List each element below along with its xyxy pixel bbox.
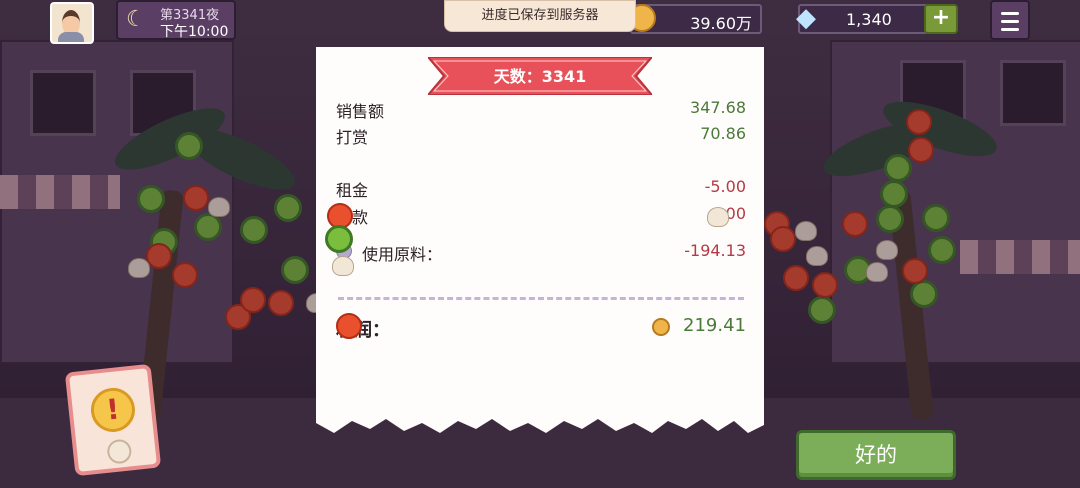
rent-label: 租金 bbox=[336, 181, 369, 200]
menu-icon bbox=[1001, 28, 1019, 31]
alert-card[interactable]: ! bbox=[64, 363, 162, 477]
player-avatar[interactable] bbox=[50, 2, 94, 44]
save-toast: 进度已保存到服务器 bbox=[444, 0, 636, 32]
sales-value: 347.68 bbox=[690, 98, 746, 117]
menu-icon bbox=[1001, 20, 1019, 23]
day-label: 天数：3341 bbox=[493, 67, 587, 86]
menu-icon bbox=[1001, 12, 1019, 15]
garlic-decoration bbox=[332, 256, 354, 276]
coin-value: 39.60万 bbox=[690, 14, 752, 33]
receipt-divider bbox=[338, 297, 744, 300]
tips-value: 70.86 bbox=[700, 124, 746, 143]
coin-balance: 39.60万 bbox=[628, 4, 762, 34]
night-time-panel: ☾ 第3341夜 下午10:00 bbox=[116, 0, 236, 40]
tips-row: 打赏 70.86 bbox=[336, 124, 746, 148]
sales-row: 销售额 347.68 bbox=[336, 98, 746, 122]
day-banner: 天数：3341 bbox=[428, 57, 652, 95]
pepper-decoration bbox=[325, 225, 353, 253]
loan-row: 贷款 .00 bbox=[336, 204, 746, 228]
menu-button[interactable] bbox=[990, 0, 1030, 40]
ingredients-label: 使用原料： bbox=[362, 245, 443, 264]
coin-icon bbox=[652, 318, 670, 336]
ingredients-value: -194.13 bbox=[684, 241, 746, 260]
receipt-torn-edge bbox=[316, 417, 764, 433]
profit-value: 219.41 bbox=[683, 315, 746, 336]
tips-label: 打赏 bbox=[336, 128, 369, 147]
ok-button[interactable]: 好的 bbox=[796, 430, 956, 480]
rent-value: -5.00 bbox=[704, 177, 746, 196]
alert-coin-icon bbox=[106, 438, 133, 465]
rent-row: 租金 -5.00 bbox=[336, 177, 746, 201]
ingredients-row[interactable]: 使用原料： -194.13 bbox=[336, 241, 746, 265]
gem-balance: ◆ 1,340 bbox=[796, 3, 928, 34]
sales-label: 销售额 bbox=[336, 102, 385, 121]
alert-icon: ! bbox=[88, 385, 138, 435]
avatar-body bbox=[58, 32, 84, 42]
add-gems-button[interactable]: + bbox=[924, 4, 958, 34]
garlic-decoration bbox=[707, 207, 729, 227]
game-time: 下午10:00 bbox=[160, 24, 229, 40]
gem-value: 1,340 bbox=[846, 10, 892, 29]
gem-icon: ◆ bbox=[796, 3, 816, 33]
tomato-decoration bbox=[336, 313, 362, 339]
moon-icon: ☾ bbox=[126, 7, 146, 32]
